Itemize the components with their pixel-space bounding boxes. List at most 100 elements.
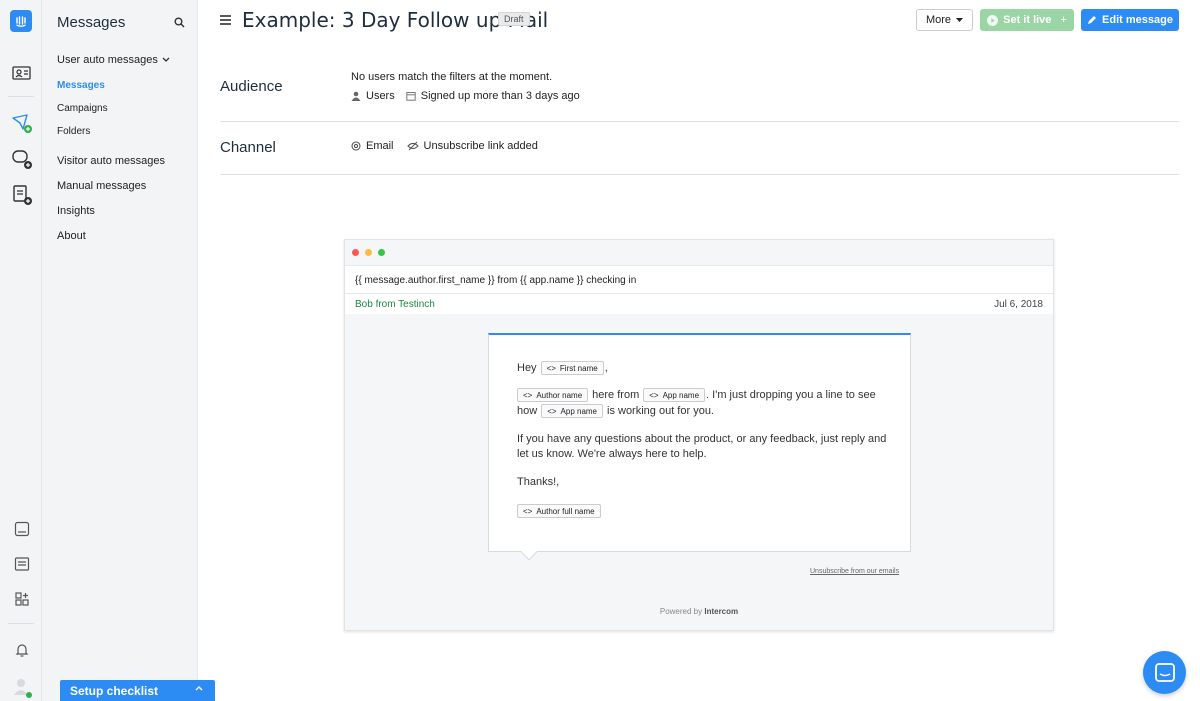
- author-full-name-variable-chip: <> Author full name: [517, 504, 601, 518]
- sidebar-item-visitor-auto-messages[interactable]: Visitor auto messages: [57, 155, 165, 167]
- more-dropdown-button[interactable]: More: [916, 9, 973, 31]
- sidebar-item-messages[interactable]: Messages: [57, 80, 105, 91]
- set-it-live-label: Set it live: [1003, 14, 1052, 26]
- author-full-name-chip-label: Author full name: [536, 506, 595, 516]
- email-sender: Bob from Testinch: [355, 299, 435, 310]
- contacts-icon[interactable]: [11, 62, 33, 84]
- app-name-chip-label: App name: [662, 390, 700, 400]
- email-subject: {{ message.author.first_name }} from {{ …: [345, 265, 1053, 294]
- setup-checklist-button[interactable]: Setup checklist: [60, 680, 215, 701]
- code-arrows-icon: <>: [546, 363, 556, 373]
- sidebar-item-campaigns[interactable]: Campaigns: [57, 103, 108, 114]
- app-name-chip-label: App name: [560, 406, 597, 416]
- window-controls: [352, 249, 385, 256]
- users-label: Users: [366, 90, 395, 102]
- section-divider: [220, 121, 1179, 122]
- thanks-line: Thanks!,: [517, 476, 560, 488]
- email-preview: {{ message.author.first_name }} from {{ …: [344, 239, 1054, 631]
- edit-message-button[interactable]: Edit message: [1081, 9, 1179, 31]
- status-badge: Draft: [498, 12, 530, 26]
- plus-icon: +: [1060, 14, 1067, 26]
- user-icon: [351, 91, 361, 101]
- author-name-variable-chip: <> Author name: [517, 388, 589, 402]
- sidebar-group-user-auto-messages[interactable]: User auto messages: [57, 54, 170, 66]
- channel-info[interactable]: Email Unsubscribe link added: [351, 140, 538, 152]
- intro-line-2: how <> App name is working out for you.: [517, 404, 714, 418]
- how-text: how: [517, 405, 538, 417]
- set-it-live-button[interactable]: Set it live +: [980, 9, 1074, 31]
- email-at-icon: [351, 141, 361, 151]
- messenger-launcher-icon[interactable]: [1143, 651, 1186, 694]
- here-from-text: here from: [592, 389, 640, 401]
- maximize-dot-icon: [378, 249, 385, 256]
- email-body: Hey <> First name , <> Author name here fr…: [488, 333, 911, 561]
- audience-rule[interactable]: Users Signed up more than 3 days ago: [351, 90, 580, 102]
- chevron-down-icon: [162, 57, 170, 62]
- rail-divider: [8, 96, 34, 97]
- sidebar-item-manual-messages[interactable]: Manual messages: [57, 180, 146, 192]
- audience-status: No users match the filters at the moment…: [351, 71, 553, 83]
- play-icon: [987, 14, 999, 26]
- app-name-variable-chip: <> App name: [643, 388, 706, 402]
- intro-line-1: <> Author name here from <> App name . I'm…: [517, 388, 876, 402]
- sidebar-item-insights[interactable]: Insights: [57, 205, 95, 217]
- email-bubble-tail: [520, 543, 538, 561]
- questions-line-2: let us know. We're always here to help.: [517, 448, 707, 460]
- rail-divider: [8, 623, 34, 624]
- signed-up-filter: Signed up more than 3 days ago: [420, 90, 580, 102]
- setup-checklist-label: Setup checklist: [70, 683, 159, 698]
- outbound-messages-icon[interactable]: [11, 112, 33, 134]
- pencil-icon: [1088, 16, 1097, 24]
- main-content: Example: 3 Day Follow up Mail Draft More…: [199, 0, 1200, 701]
- calendar-icon: [406, 92, 416, 101]
- app-store-icon[interactable]: [11, 588, 33, 610]
- inbox-icon[interactable]: [11, 518, 33, 540]
- code-arrows-icon: <>: [547, 406, 557, 416]
- signature-line: <> Author full name: [517, 504, 601, 518]
- working-out-text: is working out for you.: [607, 405, 714, 417]
- powered-by: Powered by Intercom: [345, 607, 1053, 616]
- email-from-row: Bob from Testinch Jul 6, 2018: [345, 294, 1053, 314]
- channel-label: Channel: [220, 139, 276, 156]
- unsubscribe-status: Unsubscribe link added: [423, 140, 538, 152]
- unsubscribe-eye-icon: [406, 141, 419, 151]
- code-arrows-icon: <>: [523, 506, 533, 516]
- hamburger-menu-icon[interactable]: [220, 14, 231, 28]
- section-divider: [220, 174, 1179, 175]
- app-rail: [0, 0, 42, 701]
- conversations-icon[interactable]: [11, 148, 33, 170]
- questions-line-1: If you have any questions about the prod…: [517, 433, 887, 445]
- app-name-variable-chip: <> App name: [541, 404, 603, 418]
- close-dot-icon: [352, 249, 359, 256]
- powered-prefix: Powered by: [659, 607, 703, 616]
- minimize-dot-icon: [365, 249, 372, 256]
- first-name-chip-label: First name: [559, 363, 598, 373]
- edit-message-label: Edit message: [1102, 14, 1173, 26]
- user-avatar-icon[interactable]: [11, 676, 33, 698]
- articles-icon[interactable]: [11, 184, 33, 206]
- greeting-line: Hey <> First name ,: [517, 361, 608, 375]
- more-button-label: More: [925, 14, 952, 26]
- author-name-chip-label: Author name: [536, 390, 583, 400]
- first-name-variable-chip: <> First name: [540, 361, 604, 375]
- powered-brand: Intercom: [704, 607, 739, 616]
- audience-label: Audience: [220, 78, 283, 95]
- email-date: Jul 6, 2018: [994, 299, 1043, 310]
- dropping-text: . I'm just dropping you a line to see: [706, 389, 876, 401]
- unsubscribe-link[interactable]: Unsubscribe from our emails: [810, 568, 899, 575]
- greeting-text: Hey: [517, 362, 537, 374]
- sidebar-title: Messages: [57, 14, 126, 31]
- greeting-comma: ,: [604, 362, 608, 374]
- caret-down-icon: [956, 18, 964, 22]
- notifications-bell-icon[interactable]: [11, 639, 33, 661]
- code-arrows-icon: <>: [649, 390, 659, 400]
- search-icon[interactable]: [174, 17, 185, 31]
- intercom-logo-icon[interactable]: [10, 10, 32, 32]
- messages-sidebar: Messages User auto messages Messages Cam…: [42, 0, 198, 701]
- code-arrows-icon: <>: [523, 390, 533, 400]
- sidebar-group-label: User auto messages: [57, 54, 158, 66]
- channel-type: Email: [366, 140, 394, 152]
- sidebar-item-about[interactable]: About: [57, 230, 86, 242]
- reports-icon[interactable]: [11, 553, 33, 575]
- sidebar-item-folders[interactable]: Folders: [57, 126, 90, 137]
